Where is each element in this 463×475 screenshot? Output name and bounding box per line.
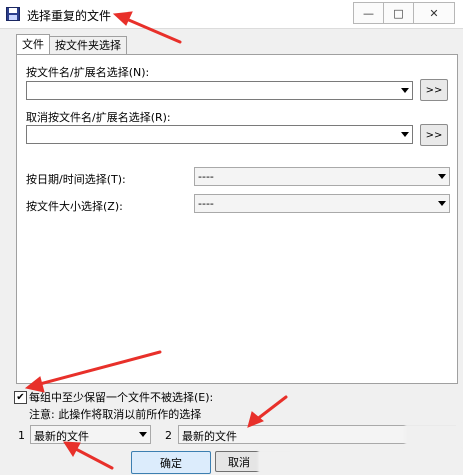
dropdown-arrow-icon	[139, 432, 147, 437]
keep-one-note: 注意: 此操作将取消以前所作的选择	[29, 408, 202, 421]
by-size-select[interactable]: ----	[194, 194, 450, 213]
dropdown-arrow-icon	[401, 132, 409, 137]
keep-one-label: 每组中至少保留一个文件不被选择(E):	[29, 391, 214, 404]
window-controls: — □ ✕	[353, 2, 455, 24]
criteria-two-value: 最新的文件	[182, 430, 237, 443]
ok-button[interactable]: 确定	[131, 451, 211, 474]
tab-files[interactable]: 文件	[16, 34, 50, 54]
close-button[interactable]: ✕	[413, 2, 455, 24]
blurred-area	[258, 449, 463, 475]
by-date-label: 按日期/时间选择(T):	[26, 173, 126, 186]
dropdown-arrow-icon	[438, 174, 446, 179]
minimize-button[interactable]: —	[353, 2, 384, 24]
cancel-name-label: 取消按文件名/扩展名选择(R):	[26, 111, 171, 124]
annotation-arrow-icon	[70, 445, 114, 470]
title-bar: 选择重复的文件 — □ ✕	[0, 0, 463, 29]
cancel-name-more-button[interactable]: >>	[420, 124, 448, 146]
keep-one-checkbox[interactable]: ✔	[14, 391, 27, 404]
maximize-button[interactable]: □	[383, 2, 414, 24]
by-date-value: ----	[198, 170, 214, 183]
annotation-arrow-icon	[254, 395, 288, 422]
by-name-more-button[interactable]: >>	[420, 79, 448, 101]
tab-by-folder[interactable]: 按文件夹选择	[49, 36, 127, 54]
criteria-one-select[interactable]: 最新的文件	[30, 425, 151, 444]
blurred-area	[405, 424, 463, 448]
criteria-one-number: 1	[18, 429, 25, 442]
criteria-two-number: 2	[165, 429, 172, 442]
tab-panel: 按文件名/扩展名选择(N): >> 取消按文件名/扩展名选择(R): >> 按日…	[16, 54, 458, 384]
cancel-name-combo[interactable]	[26, 125, 413, 144]
by-size-label: 按文件大小选择(Z):	[26, 200, 123, 213]
dropdown-arrow-icon	[401, 88, 409, 93]
floppy-disk-icon	[6, 7, 20, 21]
window-title: 选择重复的文件	[27, 9, 112, 23]
tab-bar: 文件 按文件夹选择	[16, 34, 127, 54]
criteria-one-value: 最新的文件	[34, 430, 89, 443]
dropdown-arrow-icon	[438, 201, 446, 206]
arrow-head-icon	[63, 441, 81, 457]
by-size-value: ----	[198, 197, 214, 210]
by-name-label: 按文件名/扩展名选择(N):	[26, 66, 150, 79]
by-name-combo[interactable]	[26, 81, 413, 100]
by-date-select[interactable]: ----	[194, 167, 450, 186]
